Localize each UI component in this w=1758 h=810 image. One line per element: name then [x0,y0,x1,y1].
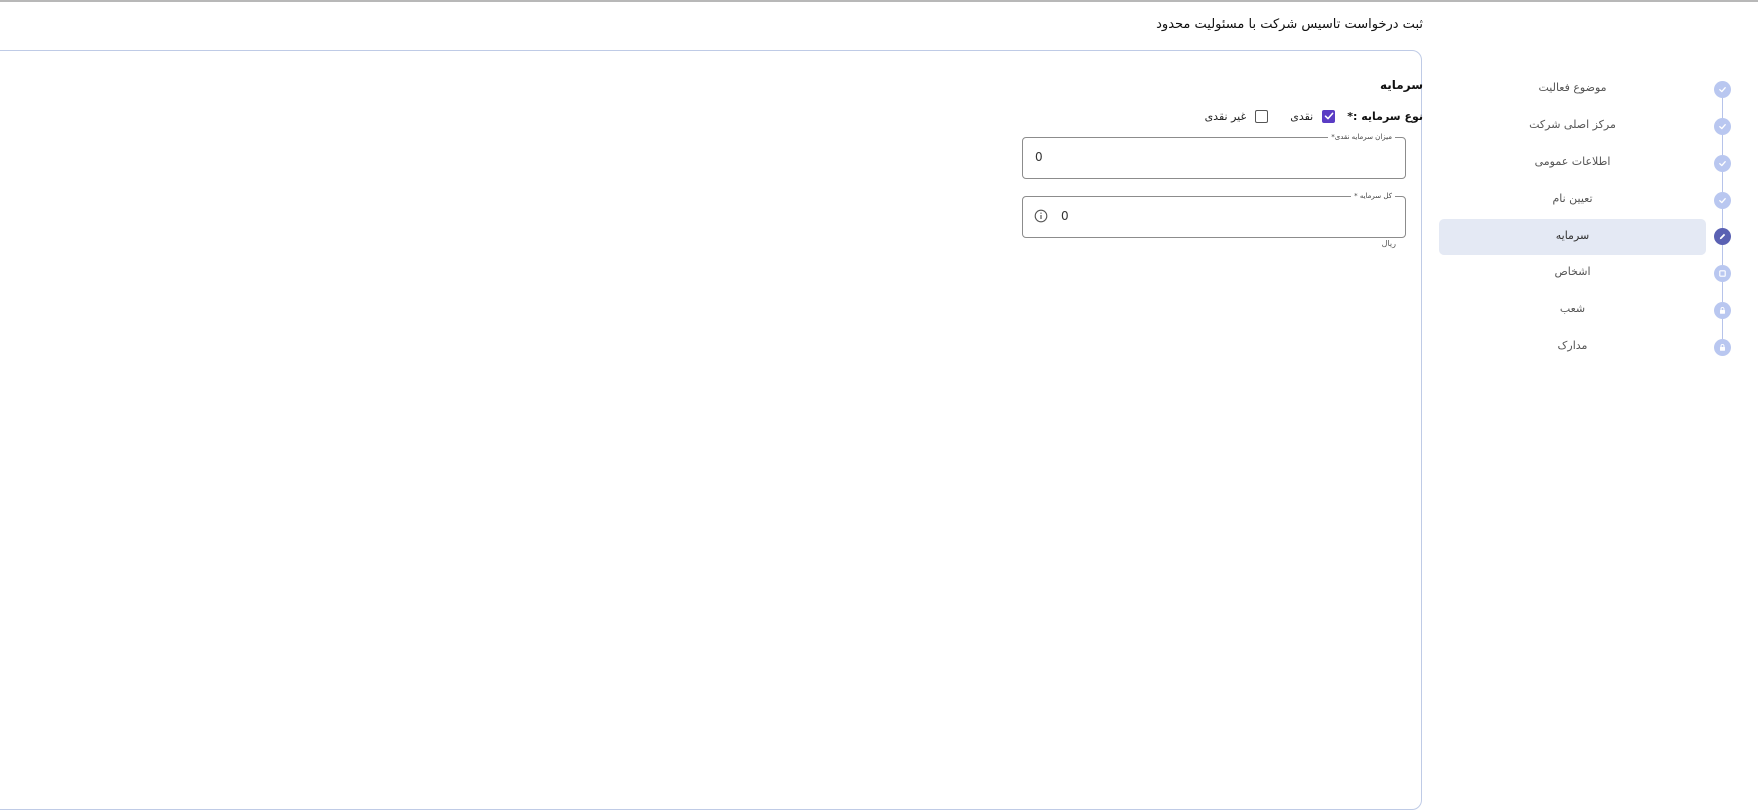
step-label: موضوع فعالیت [1538,81,1607,94]
option-non-cash[interactable]: غیر نقدی [1204,109,1269,123]
step-name-selection[interactable]: تعیین نام [1439,182,1706,218]
step-label: مرکز اصلی شرکت [1529,118,1616,131]
square-icon [1714,265,1731,282]
total-capital-input[interactable]: 0 [1061,209,1069,223]
step-general-info[interactable]: اطلاعات عمومی [1439,145,1706,181]
capital-type-label: نوع سرمایه :* [1347,109,1423,123]
cash-amount-input[interactable]: 0 [1035,150,1043,164]
lock-icon [1714,302,1731,319]
step-branches[interactable]: شعب [1439,292,1706,328]
step-documents[interactable]: مدارک [1439,329,1706,365]
cash-amount-label: میزان سرمایه نقدی* [1328,132,1395,142]
check-icon [1714,81,1731,98]
step-label: اطلاعات عمومی [1534,155,1611,168]
check-icon [1714,192,1731,209]
cash-checkbox[interactable] [1322,109,1336,123]
step-label: اشخاص [1554,265,1591,278]
total-capital-label: کل سرمایه * [1351,191,1395,201]
step-main-office[interactable]: مرکز اصلی شرکت [1439,108,1706,144]
page-title: ثبت درخواست تاسیس شرکت با مسئولیت محدود [1156,17,1423,32]
lock-icon [1714,339,1731,356]
total-capital-field[interactable]: کل سرمایه * 0 [1022,191,1406,238]
section-title: سرمایه [1380,78,1423,92]
check-icon [1714,155,1731,172]
cash-label: نقدی [1290,109,1314,123]
non-cash-checkbox[interactable] [1255,109,1269,123]
step-label: سرمایه [1555,229,1590,242]
non-cash-label: غیر نقدی [1204,109,1247,123]
step-label: مدارک [1557,339,1588,352]
option-cash[interactable]: نقدی [1290,109,1336,123]
step-activity-subject[interactable]: موضوع فعالیت [1439,71,1706,107]
currency-helper-text: ریال [1381,239,1396,248]
check-icon [1714,118,1731,135]
step-persons[interactable]: اشخاص [1439,255,1706,291]
capital-type-group: نوع سرمایه :* نقدی غیر نقدی [1205,106,1423,126]
top-border [0,0,1758,2]
step-label: شعب [1559,302,1586,315]
pencil-icon [1714,228,1731,245]
step-capital[interactable]: سرمایه [1439,219,1706,255]
step-label: تعیین نام [1552,192,1593,205]
cash-amount-field[interactable]: میزان سرمایه نقدی* 0 [1022,132,1406,179]
checkmark-icon [1324,112,1334,120]
info-icon[interactable] [1034,209,1048,223]
